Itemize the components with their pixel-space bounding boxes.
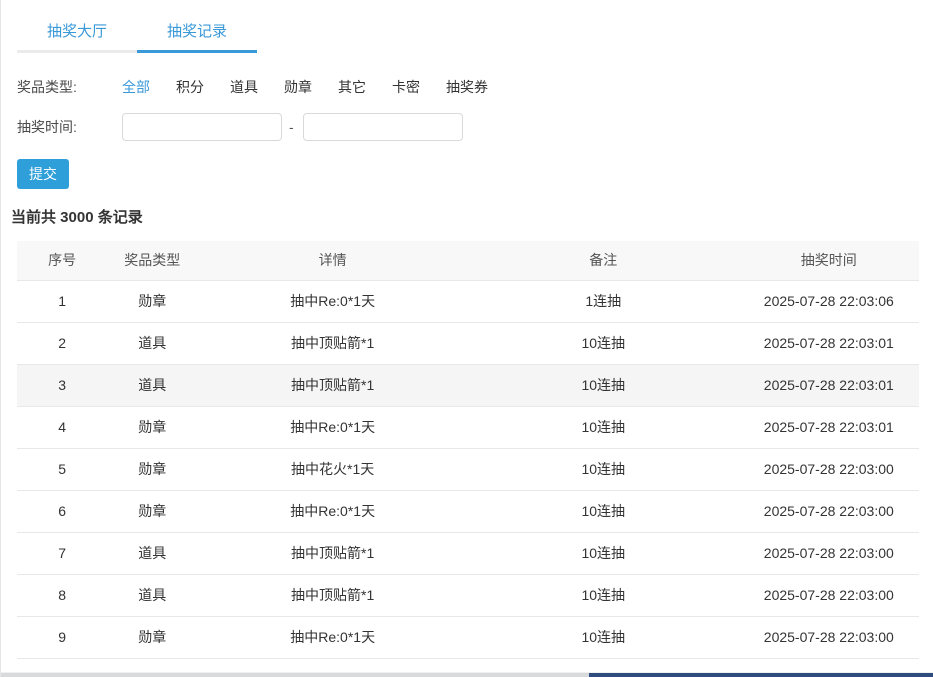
cell-no: 6	[17, 490, 107, 532]
submit-button[interactable]: 提交	[17, 159, 69, 189]
tab-lottery-hall[interactable]: 抽奖大厅	[17, 12, 137, 53]
bottom-scrollbar	[1, 672, 933, 677]
prize-type-filter: 奖品类型: 全部 积分 道具 勋章 其它 卡密 抽奖券	[17, 77, 933, 97]
cell-no: 8	[17, 574, 107, 616]
cell-detail: 抽中Re:0*1天	[197, 616, 468, 658]
cell-remark: 1连抽	[468, 280, 739, 322]
cell-detail: 抽中Re:0*1天	[197, 280, 468, 322]
cell-remark: 10连抽	[468, 574, 739, 616]
cell-time: 2025-07-28 22:03:01	[739, 322, 919, 364]
cell-no: 4	[17, 406, 107, 448]
cell-remark: 10连抽	[468, 532, 739, 574]
cell-type: 道具	[107, 574, 197, 616]
column-header-1: 奖品类型	[107, 241, 197, 280]
prize-type-option-1[interactable]: 积分	[176, 77, 204, 97]
table-row: 3道具抽中顶贴箭*110连抽2025-07-28 22:03:01	[17, 364, 919, 406]
cell-detail: 抽中顶贴箭*1	[197, 322, 468, 364]
records-table-header: 序号奖品类型详情备注抽奖时间	[17, 241, 919, 280]
cell-time: 2025-07-28 22:03:00	[739, 532, 919, 574]
cell-time: 2025-07-28 22:03:00	[739, 574, 919, 616]
cell-no: 3	[17, 364, 107, 406]
cell-time: 2025-07-28 22:03:00	[739, 490, 919, 532]
cell-detail: 抽中Re:0*1天	[197, 406, 468, 448]
cell-remark: 10连抽	[468, 322, 739, 364]
table-row: 6勋章抽中Re:0*1天10连抽2025-07-28 22:03:00	[17, 490, 919, 532]
table-row: 8道具抽中顶贴箭*110连抽2025-07-28 22:03:00	[17, 574, 919, 616]
time-to-input[interactable]	[303, 113, 463, 141]
cell-remark: 10连抽	[468, 448, 739, 490]
prize-type-label: 奖品类型:	[17, 77, 122, 97]
time-label: 抽奖时间:	[17, 117, 122, 137]
column-header-2: 详情	[197, 241, 468, 280]
cell-type: 勋章	[107, 448, 197, 490]
table-row: 2道具抽中顶贴箭*110连抽2025-07-28 22:03:01	[17, 322, 919, 364]
cell-no: 7	[17, 532, 107, 574]
table-row: 4勋章抽中Re:0*1天10连抽2025-07-28 22:03:01	[17, 406, 919, 448]
time-filter: 抽奖时间: -	[17, 113, 933, 141]
cell-time: 2025-07-28 22:03:00	[739, 616, 919, 658]
prize-type-option-3[interactable]: 勋章	[284, 77, 312, 97]
cell-type: 道具	[107, 532, 197, 574]
cell-time: 2025-07-28 22:03:00	[739, 448, 919, 490]
tab-bar: 抽奖大厅 抽奖记录	[17, 12, 933, 53]
prize-type-option-4[interactable]: 其它	[338, 77, 366, 97]
table-row: 1勋章抽中Re:0*1天1连抽2025-07-28 22:03:06	[17, 280, 919, 322]
lottery-records-page: 抽奖大厅 抽奖记录 奖品类型: 全部积分道具勋章其它卡密抽奖券 抽奖时间: - …	[0, 0, 933, 677]
cell-no: 2	[17, 322, 107, 364]
cell-no: 9	[17, 616, 107, 658]
table-row: 7道具抽中顶贴箭*110连抽2025-07-28 22:03:00	[17, 532, 919, 574]
cell-remark: 10连抽	[468, 364, 739, 406]
cell-type: 勋章	[107, 280, 197, 322]
cell-time: 2025-07-28 22:03:01	[739, 364, 919, 406]
prize-type-option-6[interactable]: 抽奖券	[446, 77, 488, 97]
tab-lottery-records[interactable]: 抽奖记录	[137, 12, 257, 53]
prize-type-option-0[interactable]: 全部	[122, 77, 150, 97]
cell-time: 2025-07-28 22:03:06	[739, 280, 919, 322]
cell-remark: 10连抽	[468, 616, 739, 658]
table-row: 5勋章抽中花火*1天10连抽2025-07-28 22:03:00	[17, 448, 919, 490]
cell-detail: 抽中Re:0*1天	[197, 490, 468, 532]
column-header-4: 抽奖时间	[739, 241, 919, 280]
time-range-separator: -	[289, 119, 294, 135]
column-header-0: 序号	[17, 241, 107, 280]
cell-no: 1	[17, 280, 107, 322]
cell-type: 道具	[107, 322, 197, 364]
scrollbar-track[interactable]	[1, 673, 589, 677]
cell-no: 5	[17, 448, 107, 490]
column-header-3: 备注	[468, 241, 739, 280]
cell-detail: 抽中顶贴箭*1	[197, 364, 468, 406]
cell-type: 道具	[107, 364, 197, 406]
scrollbar-thumb[interactable]	[589, 673, 933, 677]
prize-type-option-2[interactable]: 道具	[230, 77, 258, 97]
cell-type: 勋章	[107, 406, 197, 448]
prize-type-option-5[interactable]: 卡密	[392, 77, 420, 97]
cell-detail: 抽中顶贴箭*1	[197, 532, 468, 574]
records-table: 序号奖品类型详情备注抽奖时间 1勋章抽中Re:0*1天1连抽2025-07-28…	[17, 241, 919, 659]
time-from-input[interactable]	[122, 113, 282, 141]
cell-detail: 抽中花火*1天	[197, 448, 468, 490]
cell-remark: 10连抽	[468, 406, 739, 448]
record-count: 当前共 3000 条记录	[11, 206, 933, 227]
cell-type: 勋章	[107, 616, 197, 658]
cell-detail: 抽中顶贴箭*1	[197, 574, 468, 616]
cell-remark: 10连抽	[468, 490, 739, 532]
table-row: 9勋章抽中Re:0*1天10连抽2025-07-28 22:03:00	[17, 616, 919, 658]
cell-time: 2025-07-28 22:03:01	[739, 406, 919, 448]
cell-type: 勋章	[107, 490, 197, 532]
prize-type-options: 全部 积分 道具 勋章 其它 卡密 抽奖券	[122, 77, 514, 97]
